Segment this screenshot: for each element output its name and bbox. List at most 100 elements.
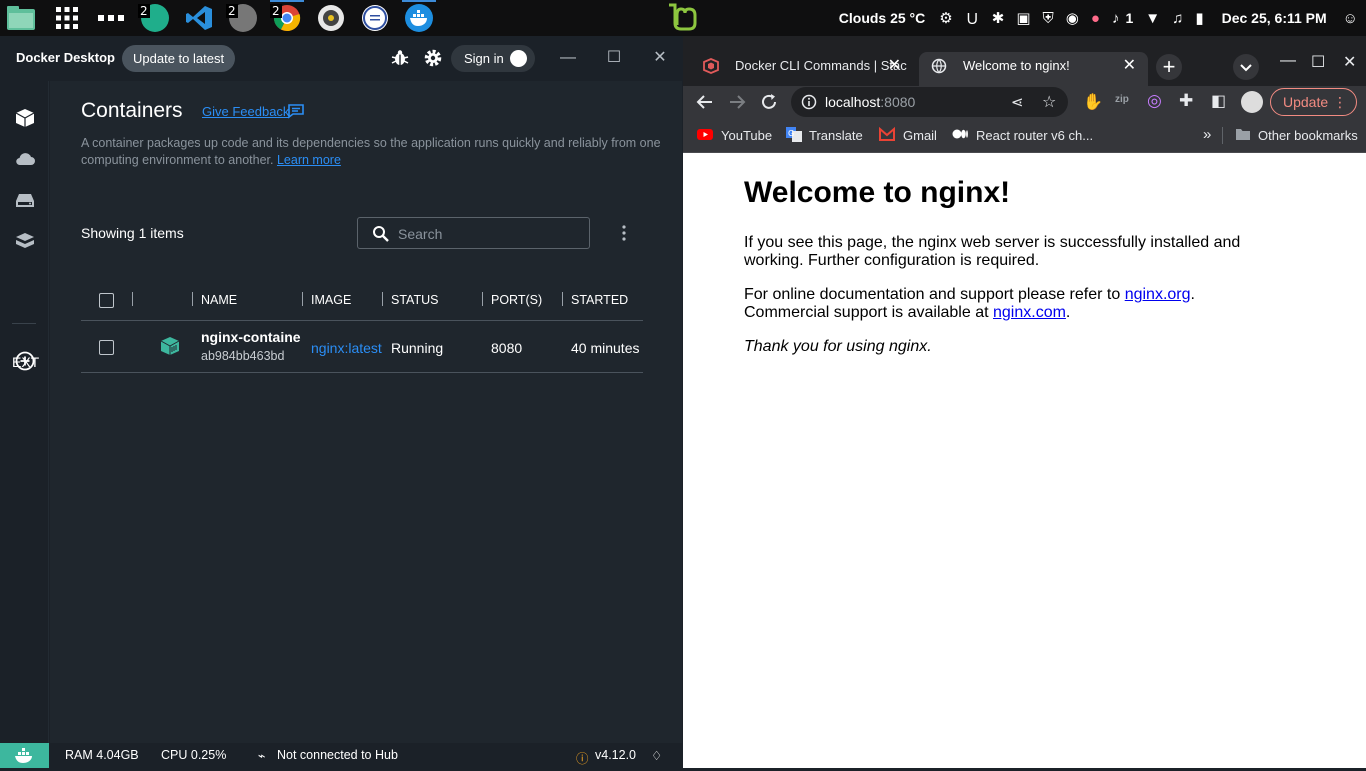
tips-icon[interactable]: ♢ (651, 748, 662, 763)
row-checkbox[interactable] (99, 340, 114, 355)
select-all-checkbox[interactable] (99, 293, 114, 308)
add-extension-icon[interactable] (14, 350, 36, 372)
sound-icon[interactable]: ♫ (1172, 10, 1183, 27)
column-separator[interactable] (562, 292, 563, 306)
back-icon[interactable] (695, 92, 715, 112)
tab-docker-cli[interactable]: Docker CLI Commands | Stac ✕ (691, 52, 913, 86)
more-bookmarks-icon[interactable]: » (1203, 126, 1211, 143)
new-tab-icon[interactable]: + (1156, 54, 1182, 80)
bookmark-react-router[interactable]: React router v6 ch... (976, 128, 1093, 143)
vscode-icon[interactable] (182, 2, 216, 34)
column-separator[interactable] (482, 292, 483, 306)
mint-menu-icon[interactable] (666, 2, 700, 34)
cloud-icon[interactable] (14, 148, 36, 170)
more-apps-icon[interactable] (94, 2, 128, 34)
docker-whale-icon[interactable] (0, 743, 49, 768)
side-panel-icon[interactable]: ◧ (1211, 91, 1226, 111)
notifications-icon[interactable]: ♪ (1112, 10, 1120, 27)
minimize-icon[interactable]: — (1280, 52, 1296, 70)
container-image-link[interactable]: nginx:latest (311, 340, 382, 356)
bookmark-gmail[interactable]: Gmail (903, 128, 937, 143)
search-box[interactable] (357, 217, 590, 249)
column-separator[interactable] (132, 292, 133, 306)
wifi-icon[interactable]: ▼ (1145, 10, 1160, 27)
minimize-icon[interactable]: — (558, 48, 578, 68)
column-separator[interactable] (382, 292, 383, 306)
clock[interactable]: Dec 25, 6:11 PM (1222, 10, 1327, 26)
column-header-ports[interactable]: PORT(S) (491, 293, 542, 307)
table-row[interactable]: nginx-container ab984bb463bd nginx:lates… (81, 321, 643, 373)
nvidia-icon[interactable]: ◉ (1066, 9, 1079, 27)
gitzip-extension-icon[interactable]: zip (1115, 94, 1129, 105)
clipboard-icon[interactable]: ▣ (1016, 9, 1030, 27)
learn-more-link[interactable]: Learn more (277, 153, 341, 167)
gear-icon[interactable] (423, 48, 443, 68)
hub-status: Not connected to Hub (277, 748, 398, 762)
update-button[interactable]: Update to latest (122, 45, 236, 72)
version-label[interactable]: v4.12.0 (595, 748, 636, 762)
docker-taskbar-icon[interactable] (402, 0, 436, 34)
tab-close-icon[interactable]: ✕ (888, 52, 901, 80)
containers-view: Containers Give Feedback A container pac… (50, 81, 682, 743)
extensions-puzzle-icon[interactable]: ✚ (1179, 91, 1193, 111)
container-port[interactable]: 8080 (491, 340, 522, 356)
tab-welcome-nginx[interactable]: Welcome to nginx! ✕ (919, 52, 1148, 86)
bookmark-translate[interactable]: Translate (809, 128, 863, 143)
color-extension-icon[interactable]: ◎ (1147, 91, 1162, 111)
give-feedback-link[interactable]: Give Feedback (202, 104, 289, 119)
tab-search-icon[interactable] (1233, 54, 1259, 80)
maximize-icon[interactable]: ☐ (604, 48, 624, 68)
containers-icon[interactable] (14, 107, 36, 129)
magnet-icon[interactable]: Ｕ (965, 8, 980, 29)
bug-icon[interactable] (391, 49, 409, 67)
address-bar[interactable]: localhost:8080 ⋖ ☆ (791, 87, 1068, 117)
reload-icon[interactable] (759, 92, 779, 112)
terminal-icon[interactable]: 2 (226, 2, 260, 34)
column-header-started[interactable]: STARTED (571, 293, 628, 307)
nginx-com-link[interactable]: nginx.com (993, 304, 1066, 321)
images-icon[interactable] (14, 230, 36, 252)
close-icon[interactable]: ✕ (650, 48, 670, 68)
dropbox-icon[interactable]: ⚙ (939, 9, 952, 27)
pycharm-icon[interactable]: 2 (138, 2, 172, 34)
search-input[interactable] (398, 224, 578, 244)
column-separator[interactable] (302, 292, 303, 306)
bluetooth-icon[interactable]: ✱ (992, 9, 1005, 27)
chrome-icon[interactable]: 2 (270, 0, 304, 34)
redshift-icon[interactable]: ● (1091, 10, 1100, 27)
bookmark-other[interactable]: Other bookmarks (1258, 128, 1358, 143)
info-icon[interactable]: ⓘ (576, 748, 589, 767)
feedback-icon[interactable] (288, 103, 304, 119)
user-icon[interactable]: ☺ (1343, 10, 1358, 27)
close-icon[interactable]: ✕ (1343, 52, 1356, 72)
more-options-icon[interactable] (620, 224, 628, 242)
battery-icon[interactable]: ▮ (1195, 9, 1203, 27)
weather-applet[interactable]: Clouds 25 °C (839, 10, 926, 26)
chrome-update-button[interactable]: Update ⋮ (1270, 88, 1357, 116)
share-icon[interactable]: ⋖ (1011, 93, 1024, 111)
nginx-org-link[interactable]: nginx.org (1125, 286, 1191, 303)
page-heading: Welcome to nginx! (744, 176, 1011, 209)
bookmark-youtube[interactable]: YouTube (721, 128, 772, 143)
update-manager-icon[interactable]: ⛨ (1043, 10, 1054, 27)
column-header-image[interactable]: IMAGE (311, 293, 351, 307)
column-separator[interactable] (192, 292, 193, 306)
bookmarks-bar: YouTube G Translate Gmail React router v… (683, 118, 1366, 153)
forward-icon[interactable] (727, 92, 747, 112)
maximize-icon[interactable]: ☐ (1311, 52, 1325, 72)
container-name[interactable]: nginx-container (201, 329, 301, 345)
adblock-extension-icon[interactable]: ✋ (1083, 92, 1103, 112)
volumes-icon[interactable] (14, 189, 36, 211)
rhythmbox-icon[interactable] (314, 2, 348, 34)
app-grid-icon[interactable] (50, 2, 84, 34)
text-editor-icon[interactable] (358, 2, 392, 34)
files-icon[interactable] (4, 2, 38, 34)
profile-avatar[interactable] (1241, 91, 1263, 113)
bookmark-star-icon[interactable]: ☆ (1042, 92, 1056, 112)
sign-in-button[interactable]: Sign in (451, 45, 535, 72)
tab-close-icon[interactable]: ✕ (1123, 52, 1136, 80)
site-info-icon[interactable] (801, 94, 817, 110)
column-header-name[interactable]: NAME (201, 293, 237, 307)
url-text[interactable]: localhost:8080 (825, 94, 915, 110)
column-header-status[interactable]: STATUS (391, 293, 438, 307)
